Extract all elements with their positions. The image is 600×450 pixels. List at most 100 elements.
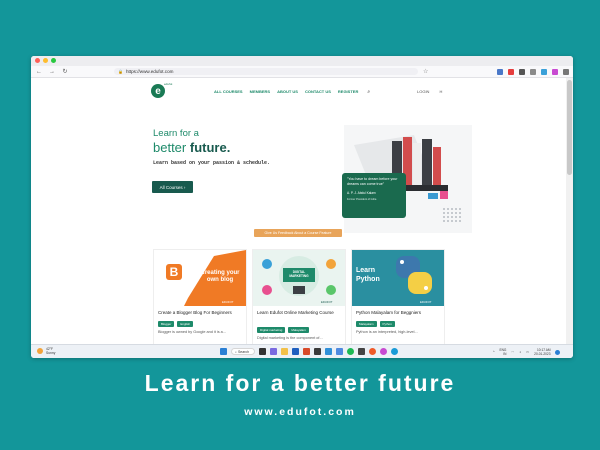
nav-register[interactable]: REGISTER	[338, 89, 358, 95]
promo-headline: Learn for a better future	[144, 370, 456, 396]
browser-window: ← → ↻ 🔒 https://www.edufot.com ☆ e edufo…	[31, 56, 573, 358]
forward-icon[interactable]: →	[48, 69, 56, 75]
nav-members[interactable]: MEMBERS	[250, 89, 270, 95]
taskbar-search[interactable]: ⌕ Search	[231, 348, 255, 355]
course-card[interactable]: DIGITAL MARKETING EDUFOT Learn Edufot On…	[252, 249, 346, 346]
extension-icon[interactable]	[530, 68, 536, 75]
app-icon[interactable]	[380, 348, 387, 355]
thumbnail-title: DIGITAL MARKETING	[289, 270, 309, 278]
windows-start-icon[interactable]	[220, 348, 227, 355]
extensions-bar	[497, 68, 569, 75]
settings-icon[interactable]	[336, 348, 343, 355]
edge-browser-icon[interactable]	[391, 348, 398, 355]
extension-icon[interactable]	[541, 68, 547, 75]
main-nav: ALL COURSES MEMBERS ABOUT US CONTACT US …	[214, 89, 370, 95]
chat-icon[interactable]	[270, 348, 277, 355]
maximize-window-button[interactable]	[51, 58, 56, 63]
site-logo[interactable]: e	[151, 84, 165, 98]
course-thumbnail: Learn Python EDUFOT	[352, 250, 444, 306]
account-nav: LOGIN H	[417, 89, 442, 94]
course-tag[interactable]: English	[177, 321, 194, 327]
wifi-icon[interactable]: ◠	[511, 350, 514, 354]
extension-icon[interactable]	[508, 68, 514, 75]
page-scrollbar[interactable]	[566, 78, 573, 344]
thumbnail-brand: EDUFOT	[321, 300, 333, 304]
course-thumbnail: B Creating your own blog EDUFOT	[154, 250, 246, 306]
weather-widget[interactable]: 42°F Sunny	[37, 347, 55, 355]
system-tray: ^ ENG IN ◠ ◖ ▭ 10:17 AM 20-01-2023	[493, 348, 561, 356]
course-title[interactable]: Python Malayalam for Beggniers	[356, 310, 442, 316]
bookmark-icon[interactable]: ☆	[423, 68, 428, 75]
hero-title-line2: better future.	[153, 140, 231, 155]
notification-icon[interactable]	[555, 349, 561, 355]
course-tags: Malayalam Python	[356, 321, 395, 327]
title-bar	[31, 56, 573, 66]
clock[interactable]: 10:17 AM 20-01-2023	[534, 348, 550, 356]
minimize-window-button[interactable]	[43, 58, 48, 63]
course-tag[interactable]: Malayalam	[288, 327, 309, 333]
marketing-thumbnail-art	[262, 256, 336, 296]
web-page: e edufot ALL COURSES MEMBERS ABOUT US CO…	[31, 78, 566, 346]
quote-author-role: Former President of India	[347, 198, 377, 201]
all-courses-button[interactable]: All Courses ›	[152, 181, 193, 193]
course-desc: Digital marketing is the component of...	[257, 336, 323, 340]
course-tags: Digital marketing Malayalam	[257, 327, 309, 333]
language-indicator[interactable]: ENG IN	[500, 348, 507, 356]
course-title[interactable]: Learn Edufot Online Marketing Course	[257, 310, 343, 316]
spotify-icon[interactable]	[347, 348, 354, 355]
sun-icon	[37, 348, 43, 354]
course-card[interactable]: Learn Python EDUFOT Python Malayalam for…	[351, 249, 445, 346]
nav-about-us[interactable]: ABOUT US	[277, 89, 298, 95]
lock-icon: 🔒	[118, 69, 123, 74]
course-tag[interactable]: Python	[379, 321, 395, 327]
file-explorer-icon[interactable]	[281, 348, 288, 355]
app-icon[interactable]	[358, 348, 365, 355]
back-icon[interactable]: ←	[35, 69, 43, 75]
nav-all-courses[interactable]: ALL COURSES	[214, 89, 243, 95]
task-view-icon[interactable]	[259, 348, 266, 355]
store-icon[interactable]	[292, 348, 299, 355]
close-window-button[interactable]	[35, 58, 40, 63]
search-icon[interactable]: ⌕	[367, 89, 370, 95]
thumbnail-title: Creating your own blog	[200, 270, 240, 283]
quote-author: A. P. J. Abdul Kalam	[347, 191, 376, 195]
taskbar-apps: ⌕ Search	[220, 348, 398, 355]
profile-avatar[interactable]	[552, 68, 558, 75]
chevron-up-icon[interactable]: ^	[493, 350, 495, 354]
thumbnail-brand: EDUFOT	[420, 300, 432, 304]
course-tag[interactable]: Malayalam	[356, 321, 377, 327]
thumbnail-brand: EDUFOT	[222, 300, 234, 304]
address-bar[interactable]: 🔒 https://www.edufot.com	[114, 68, 418, 75]
extension-icon[interactable]	[497, 68, 503, 75]
extension-icon[interactable]	[519, 68, 525, 75]
scrollbar-thumb[interactable]	[567, 80, 572, 175]
reload-icon[interactable]: ↻	[61, 68, 69, 75]
windows-taskbar: 42°F Sunny ⌕ Search ^ ENG IN ◠ ◖ ▭ 10:17…	[31, 344, 573, 358]
course-desc: Blogger is owned by Google and it is a..…	[158, 330, 226, 334]
promo-url: www.edufot.com	[244, 406, 356, 418]
account-button[interactable]: H	[439, 89, 442, 94]
terminal-icon[interactable]	[314, 348, 321, 355]
hero-subtitle: Learn based on your passion & schedule.	[153, 160, 271, 166]
course-tag[interactable]: Digital marketing	[257, 327, 286, 333]
office-icon[interactable]	[303, 348, 310, 355]
site-logo-text: edufot	[164, 82, 173, 86]
speaker-icon[interactable]: ◖	[519, 350, 521, 354]
address-text: https://www.edufot.com	[125, 69, 174, 74]
course-card[interactable]: B Creating your own blog EDUFOT Create a…	[153, 249, 247, 346]
course-title[interactable]: Create a Blogger Blog For Beginners	[158, 310, 244, 316]
course-tags: Blogger English	[158, 321, 194, 327]
thumbnail-title: Learn Python	[356, 267, 380, 283]
course-desc: Python is an interpreted, high-level...	[356, 330, 418, 334]
feedback-button[interactable]: Give Us Feedback About a Course Feature	[254, 229, 342, 237]
menu-icon[interactable]	[563, 68, 569, 75]
quote-box: "You have to dream before your dreams ca…	[342, 173, 406, 218]
nav-contact-us[interactable]: CONTACT US	[305, 89, 331, 95]
course-thumbnail: DIGITAL MARKETING EDUFOT	[253, 250, 345, 306]
login-link[interactable]: LOGIN	[417, 89, 429, 94]
battery-icon[interactable]: ▭	[526, 350, 529, 354]
brave-browser-icon[interactable]	[369, 348, 376, 355]
course-tag[interactable]: Blogger	[158, 321, 175, 327]
weather-condition: Sunny	[46, 351, 56, 355]
vscode-icon[interactable]	[325, 348, 332, 355]
